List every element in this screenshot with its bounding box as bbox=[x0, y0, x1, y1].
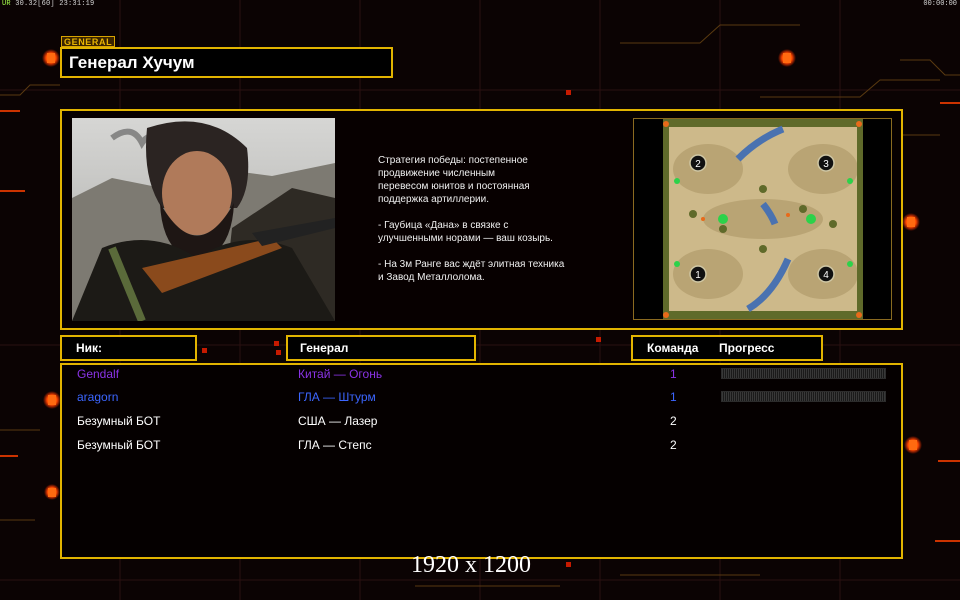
status-indicator: UR bbox=[2, 0, 11, 8]
player-row: Безумный БОТ США — Лазер 2 bbox=[60, 410, 903, 432]
start-position-2[interactable]: 2 bbox=[689, 154, 707, 172]
player-general: США — Лазер bbox=[298, 414, 378, 428]
player-team: 1 bbox=[670, 367, 677, 381]
svg-text:3: 3 bbox=[823, 159, 829, 170]
column-header-general: Генерал bbox=[286, 335, 476, 361]
player-nick: Безумный БОТ bbox=[77, 438, 161, 452]
start-position-4[interactable]: 4 bbox=[817, 265, 835, 283]
svg-text:1: 1 bbox=[695, 270, 701, 281]
svg-text:2: 2 bbox=[695, 159, 701, 170]
start-position-1[interactable]: 1 bbox=[689, 265, 707, 283]
column-header-progress: Прогресс bbox=[719, 341, 775, 355]
general-tag: GENERAL bbox=[61, 36, 116, 47]
player-row: aragorn ГЛА — Штурм 1 bbox=[60, 386, 903, 408]
player-progress-bar bbox=[721, 368, 886, 379]
player-team: 1 bbox=[670, 390, 677, 404]
general-portrait bbox=[72, 118, 335, 321]
player-row: Gendalf Китай — Огонь 1 bbox=[60, 363, 903, 385]
svg-text:4: 4 bbox=[823, 270, 829, 281]
general-name: Генерал Хучум bbox=[60, 47, 393, 78]
player-nick: aragorn bbox=[77, 390, 119, 404]
player-general: Китай — Огонь bbox=[298, 367, 383, 381]
strategy-tip-rank: - На 3м Ранге вас ждёт элитная техника и… bbox=[378, 259, 565, 283]
player-general: ГЛА — Степс bbox=[298, 438, 372, 452]
strategy-description: Стратегия победы: постепенное продвижени… bbox=[378, 154, 613, 297]
resolution-label: 1920 x 1200 bbox=[411, 552, 531, 578]
player-team: 2 bbox=[670, 414, 677, 428]
column-header-nick: Ник: bbox=[60, 335, 197, 361]
player-team: 2 bbox=[670, 438, 677, 452]
hud-counter: UR 30.32[60] 23:31:19 bbox=[2, 0, 94, 8]
start-position-3[interactable]: 3 bbox=[817, 154, 835, 172]
strategy-paragraph: Стратегия победы: постепенное продвижени… bbox=[378, 155, 530, 205]
player-nick: Gendalf bbox=[77, 367, 120, 381]
column-header-team: Команда bbox=[647, 341, 699, 355]
column-header-team-progress: Команда Прогресс bbox=[631, 335, 823, 361]
map-preview: 2 3 1 4 bbox=[663, 119, 863, 319]
player-row: Безумный БОТ ГЛА — Степс 2 bbox=[60, 434, 903, 456]
fps-clock-readout: 30.32[60] 23:31:19 bbox=[15, 0, 95, 8]
player-general: ГЛА — Штурм bbox=[298, 390, 376, 404]
player-nick: Безумный БОТ bbox=[77, 414, 161, 428]
strategy-tip-artillery: - Гаубица «Дана» в связке с улучшенными … bbox=[378, 220, 553, 244]
game-timer: 00:00:00 bbox=[923, 0, 957, 8]
player-progress-bar bbox=[721, 391, 886, 402]
